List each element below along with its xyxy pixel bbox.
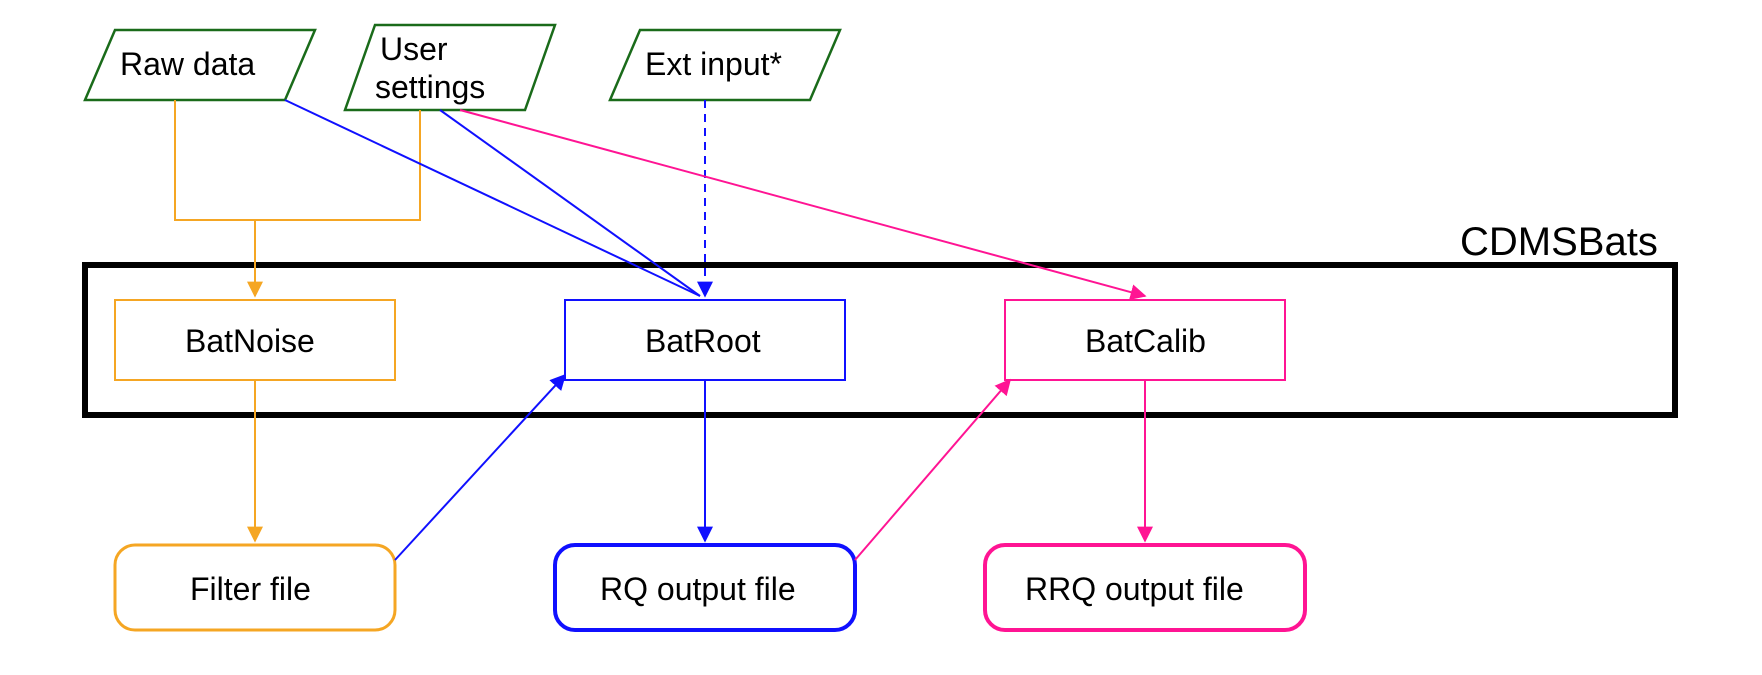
batroot-node: BatRoot [565,300,845,380]
raw-data-label: Raw data [120,46,255,82]
container-title: CDMSBats [1460,220,1658,264]
arrow-filter-batroot [395,375,565,560]
ext-input-node: Ext input* [610,30,840,100]
ext-input-label: Ext input* [645,46,782,82]
rrq-output-node: RRQ output file [985,545,1305,630]
batcalib-node: BatCalib [1005,300,1285,380]
arrow-rq-batcalib [855,380,1010,560]
arrow-usersettings-batroot [440,110,700,296]
filter-file-node: Filter file [115,545,395,630]
filter-file-label: Filter file [190,571,311,607]
rq-output-node: RQ output file [555,545,855,630]
batnoise-node: BatNoise [115,300,395,380]
user-settings-label-1: User [380,31,448,67]
raw-data-node: Raw data [85,30,315,100]
batroot-label: BatRoot [645,323,761,359]
arrow-raw-usersettings-merge [175,100,420,220]
batnoise-label: BatNoise [185,323,315,359]
user-settings-node: User settings [345,25,555,110]
arrow-usersettings-batcalib [460,110,1145,296]
rq-output-label: RQ output file [600,571,796,607]
batcalib-label: BatCalib [1085,323,1206,359]
rrq-output-label: RRQ output file [1025,571,1244,607]
user-settings-label-2: settings [375,69,485,105]
